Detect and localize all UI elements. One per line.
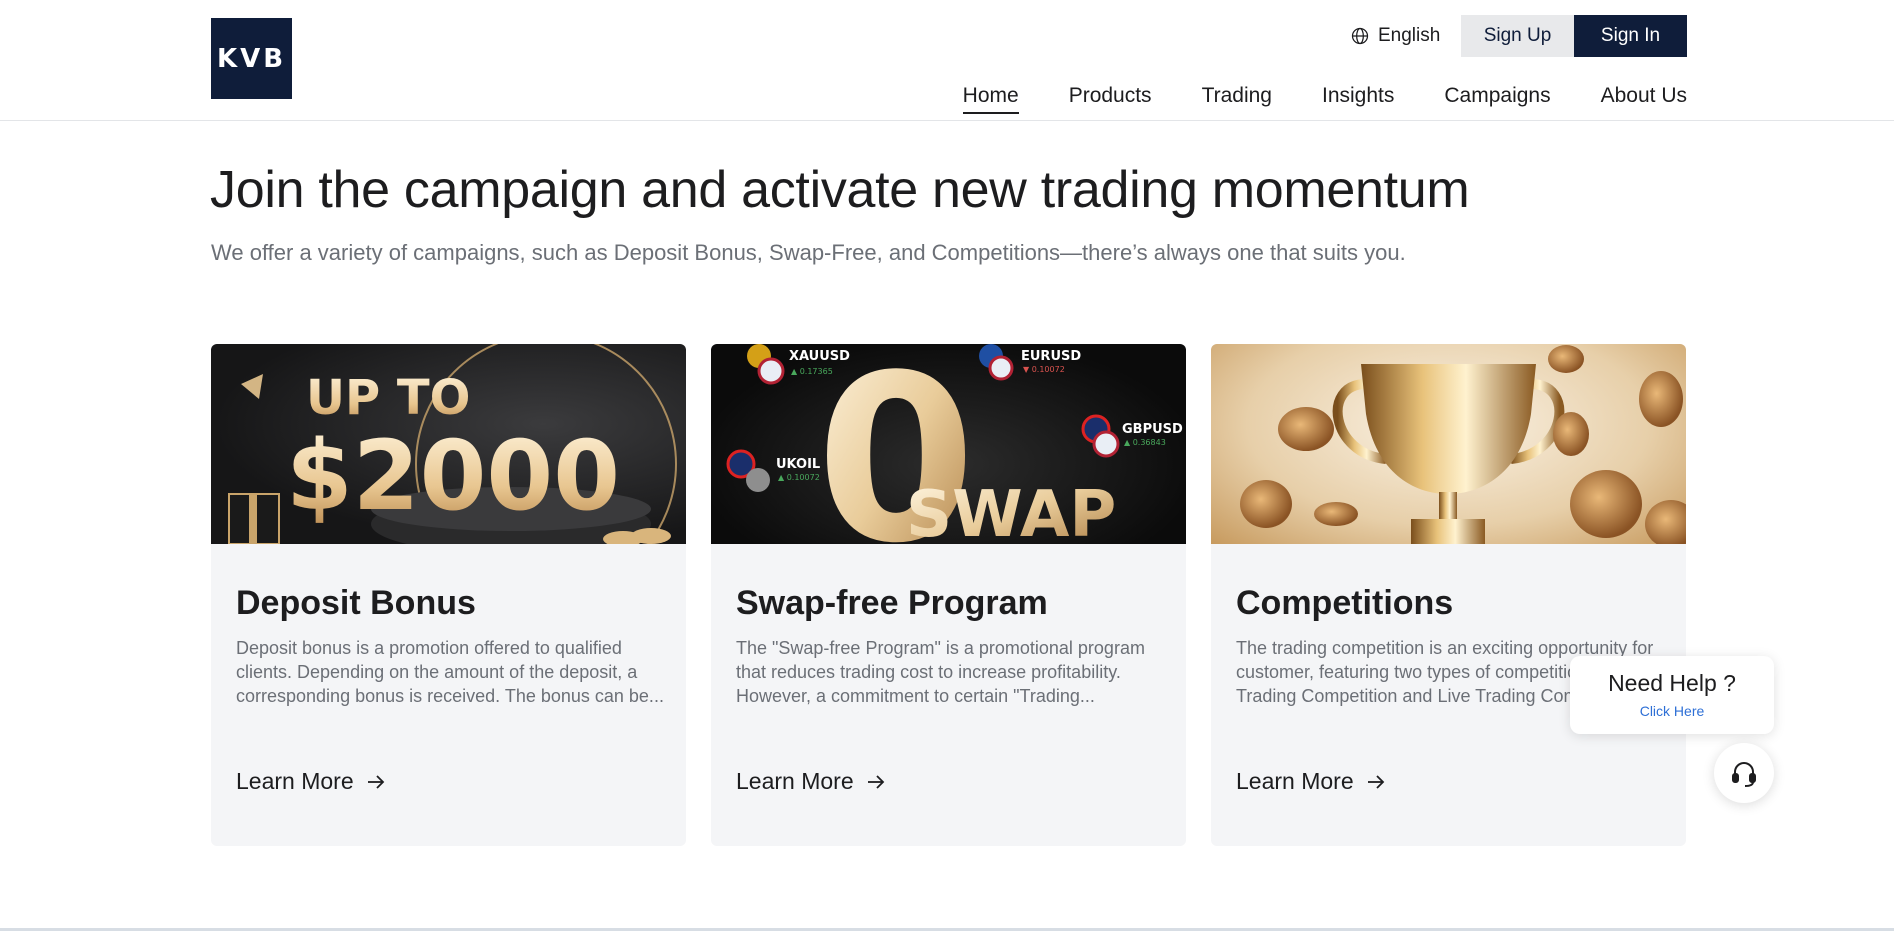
ticker-change: ▲ 0.17365: [791, 367, 833, 376]
learn-more-link[interactable]: Learn More: [236, 768, 388, 795]
nav-about-us[interactable]: About Us: [1601, 84, 1687, 114]
card-title: Swap-free Program: [736, 584, 1048, 622]
card-description: The "Swap-free Program" is a promotional…: [736, 638, 1145, 706]
deposit-bonus-image: UP TO $2000: [211, 344, 686, 544]
language-label: English: [1378, 25, 1441, 46]
image-text-swap: SWAP: [906, 478, 1116, 544]
campaign-card-competitions[interactable]: Competitions The trading competition is …: [1211, 344, 1686, 846]
sign-up-button[interactable]: Sign Up: [1461, 15, 1574, 57]
arrow-right-icon: [367, 774, 384, 789]
learn-more-label: Learn More: [1236, 768, 1354, 794]
image-text-upto: UP TO: [306, 370, 470, 426]
ticker-name: XAUUSD: [789, 349, 850, 364]
nav-campaigns[interactable]: Campaigns: [1444, 84, 1550, 114]
ticker-name: GBPUSD: [1122, 422, 1183, 437]
image-text-amount: $2000: [286, 420, 620, 532]
nav-insights[interactable]: Insights: [1322, 84, 1394, 114]
sign-in-button[interactable]: Sign In: [1574, 15, 1687, 57]
ticker-change: ▼ 0.10072: [1023, 365, 1065, 374]
globe-icon: [1351, 27, 1369, 45]
campaign-card-deposit-bonus[interactable]: UP TO $2000 Deposit Bonus Deposit bonus …: [211, 344, 686, 846]
site-header: KVB English Sign Up Sign In Home Product…: [0, 0, 1894, 121]
nav-trading[interactable]: Trading: [1202, 84, 1272, 114]
learn-more-link[interactable]: Learn More: [736, 768, 888, 795]
campaign-card-swap-free[interactable]: 0 SWAP XAUUSD ▲ 0.17365 EURUSD ▼ 0.10072…: [711, 344, 1186, 846]
logo-text: KVB: [216, 43, 287, 74]
ticker-name: UKOIL: [776, 457, 820, 472]
learn-more-label: Learn More: [736, 768, 854, 794]
learn-more-label: Learn More: [236, 768, 354, 794]
competitions-image: [1211, 344, 1686, 544]
nav-home[interactable]: Home: [962, 84, 1019, 114]
language-selector[interactable]: English: [1350, 24, 1440, 48]
ticker-change: ▲ 0.10072: [778, 473, 820, 482]
swap-free-image: 0 SWAP XAUUSD ▲ 0.17365 EURUSD ▼ 0.10072…: [711, 344, 1186, 544]
main-nav: Home Products Trading Insights Campaigns…: [962, 84, 1687, 114]
card-title: Deposit Bonus: [236, 584, 476, 622]
kvb-logo[interactable]: KVB: [211, 18, 292, 99]
click-here-link[interactable]: Click Here: [1570, 703, 1774, 719]
customer-support-button[interactable]: [1714, 743, 1774, 803]
page-subtitle: We offer a variety of campaigns, such as…: [211, 240, 1406, 265]
nav-products[interactable]: Products: [1069, 84, 1152, 114]
page-title: Join the campaign and activate new tradi…: [210, 161, 1470, 219]
learn-more-link[interactable]: Learn More: [1236, 768, 1388, 795]
ticker-name: EURUSD: [1021, 349, 1081, 364]
need-help-popup[interactable]: Need Help ? Click Here: [1570, 656, 1774, 734]
ticker-change: ▲ 0.36843: [1124, 438, 1166, 447]
card-title: Competitions: [1236, 584, 1454, 622]
need-help-title: Need Help ?: [1608, 670, 1736, 696]
arrow-right-icon: [1367, 774, 1384, 789]
arrow-right-icon: [867, 774, 884, 789]
headset-icon: [1732, 762, 1756, 787]
card-description: Deposit bonus is a promotion offered to …: [236, 638, 664, 706]
